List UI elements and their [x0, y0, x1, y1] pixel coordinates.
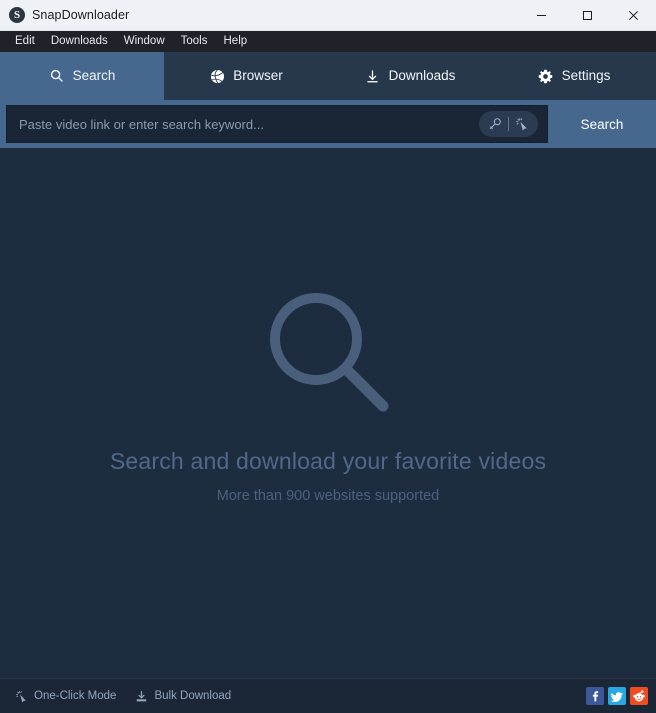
- tab-search[interactable]: Search: [0, 52, 164, 100]
- menu-item-edit[interactable]: Edit: [7, 33, 43, 50]
- facebook-icon[interactable]: [586, 687, 604, 705]
- menu-item-help[interactable]: Help: [216, 33, 256, 50]
- titlebar-left: S SnapDownloader: [0, 7, 129, 23]
- menubar: Edit Downloads Window Tools Help: [0, 31, 656, 52]
- tab-downloads-label: Downloads: [388, 68, 456, 84]
- empty-state-subtitle: More than 900 websites supported: [216, 488, 440, 504]
- main-content: Search and download your favorite videos…: [0, 148, 656, 678]
- menu-item-downloads[interactable]: Downloads: [43, 33, 116, 50]
- large-magnifier-icon: [265, 288, 391, 414]
- menu-item-tools[interactable]: Tools: [173, 33, 216, 50]
- tabbar: Search Browser Downloads Settings: [0, 52, 656, 100]
- twitter-icon[interactable]: [608, 687, 626, 705]
- search-bar: Paste video link or enter search keyword…: [0, 100, 656, 148]
- window-title: SnapDownloader: [32, 8, 130, 22]
- one-click-mode-label: One-Click Mode: [34, 690, 117, 702]
- maximize-button[interactable]: [564, 0, 610, 31]
- one-click-mode-button[interactable]: One-Click Mode: [14, 689, 116, 703]
- empty-state: Search and download your favorite videos…: [110, 288, 546, 504]
- tab-settings[interactable]: Settings: [492, 52, 656, 100]
- titlebar: S SnapDownloader: [0, 0, 656, 31]
- bulk-download-icon: [134, 689, 148, 703]
- app-logo-icon: S: [9, 7, 25, 23]
- download-icon: [365, 68, 381, 84]
- search-input[interactable]: Paste video link or enter search keyword…: [7, 117, 479, 132]
- tab-browser-label: Browser: [233, 68, 283, 84]
- tab-settings-label: Settings: [561, 68, 611, 84]
- close-button[interactable]: [610, 0, 656, 31]
- bulk-download-label: Bulk Download: [154, 690, 232, 702]
- statusbar-actions: One-Click Mode Bulk Download: [14, 689, 231, 703]
- magic-cursor-icon: [14, 689, 28, 703]
- magic-cursor-icon[interactable]: [510, 112, 534, 136]
- empty-state-title: Search and download your favorite videos: [109, 448, 547, 474]
- search-icon: [49, 68, 65, 84]
- search-button[interactable]: Search: [548, 105, 656, 143]
- tab-browser[interactable]: Browser: [164, 52, 328, 100]
- tab-search-label: Search: [72, 68, 116, 84]
- window-controls: [518, 0, 656, 31]
- reddit-icon[interactable]: [630, 687, 648, 705]
- inline-tools-divider: [508, 117, 509, 131]
- gear-icon: [538, 68, 554, 84]
- minimize-button[interactable]: [518, 0, 564, 31]
- globe-icon: [209, 68, 225, 84]
- menu-item-window[interactable]: Window: [116, 33, 173, 50]
- social-links: [586, 687, 648, 705]
- search-button-label: Search: [580, 116, 624, 132]
- app-window: S SnapDownloader Edit Downloads Window T…: [0, 0, 656, 713]
- search-inline-tools: [479, 111, 538, 137]
- key-icon[interactable]: [483, 112, 507, 136]
- statusbar: One-Click Mode Bulk Download: [0, 678, 656, 713]
- search-input-wrapper[interactable]: Paste video link or enter search keyword…: [6, 105, 548, 143]
- bulk-download-button[interactable]: Bulk Download: [134, 689, 231, 703]
- tab-downloads[interactable]: Downloads: [328, 52, 492, 100]
